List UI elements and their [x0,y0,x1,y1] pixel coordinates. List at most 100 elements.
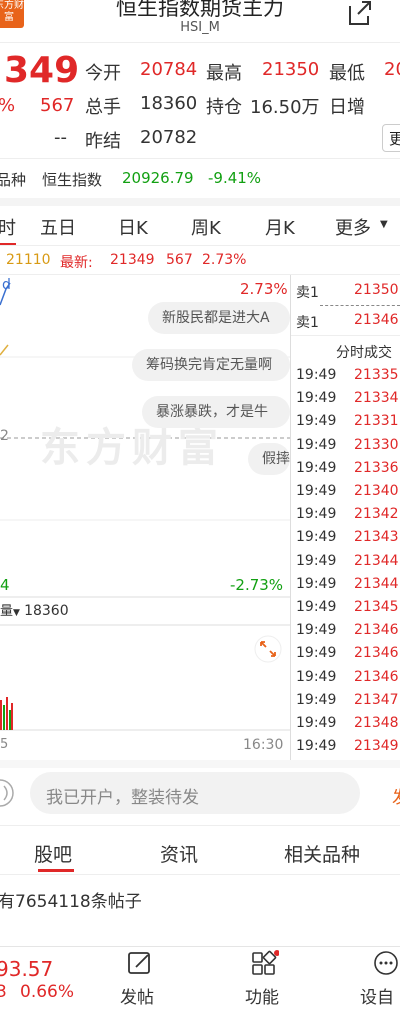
nav-price: 93.57 [0,957,54,981]
trade-price: 21340 [354,483,399,499]
tab-related[interactable]: 相关品种 [284,840,360,867]
send-button[interactable]: 发 [392,783,400,808]
volume-bar [11,703,13,730]
tab-intraday[interactable]: 时 [0,214,16,240]
trade-row: 19:49 21336 [296,459,399,476]
volume-label: 量 [0,604,14,619]
latest-percent: 2.73% [202,252,247,268]
ask-row: 卖1 21350 [296,282,399,302]
trade-time: 19:49 [296,459,337,476]
trade-row: 19:49 21343 [296,529,399,546]
orderbook-separator [291,335,400,336]
related-label: 品种 [0,171,27,189]
trade-row: 19:49 21334 [296,390,399,406]
trade-time: 19:49 [296,691,337,708]
ask-row: 卖1 21346 [296,312,399,332]
chart-left-mid: 2 [0,428,9,444]
time-start: 5 [0,737,9,752]
ask-label: 卖1 [296,315,319,331]
ask-price: 21346 [354,312,399,328]
trade-price: 21349 [354,738,399,755]
more-quote-label: 更 [389,130,400,148]
page-title: 恒生指数期货主力 [116,0,284,20]
danmaku-bubble[interactable]: 暴涨暴跌，才是牛 [142,396,290,428]
input-divider [0,825,400,826]
fullscreen-icon[interactable] [254,635,282,663]
danmaku-bubble[interactable]: 新股民都是进大A [148,302,290,334]
trade-row: 19:49 21342 [296,506,399,522]
field-daily-inc-label: 日增 [329,97,365,118]
trade-time: 19:49 [296,436,337,453]
latest-label: 最新: [60,255,93,271]
tab-five-day[interactable]: 五日 [40,214,76,240]
field-low-value: 20 [384,59,400,80]
trade-price: 21336 [354,459,399,476]
comment-input[interactable]: 我已开户，整装待发 [30,772,360,814]
nav-post[interactable]: 发帖 [120,983,154,1008]
chart-grid [0,282,290,731]
section-gap [0,198,400,206]
volume-bar [3,705,5,730]
field-open-value: 20784 [140,59,198,80]
speaker-icon[interactable] [0,776,16,810]
trade-price: 21346 [354,622,399,639]
trade-row: 19:49 21331 [296,413,399,429]
tab-guba[interactable]: 股吧 [34,840,72,867]
volume-bar [6,697,8,730]
field-high-label: 最高 [206,63,242,84]
ask-label: 卖1 [296,285,319,301]
trade-time: 19:49 [296,529,337,546]
functions-icon[interactable] [251,950,279,976]
dash-value: -- [54,127,67,148]
trade-row: 19:49 21347 [296,691,399,708]
trade-time: 19:49 [296,367,337,383]
volume-bars [0,697,13,730]
trade-row: 19:49 21344 [296,576,399,592]
trade-price: 21347 [354,691,399,708]
chevron-down-icon[interactable]: ▼ [380,219,388,230]
field-oi-label: 持仓 [206,97,242,118]
trade-price: 21330 [354,436,399,453]
volume-value: 18360 [24,603,69,619]
trade-row: 19:49 21345 [296,599,399,615]
more-quote-button[interactable]: 更 [382,124,400,152]
chart-top-percent: 2.73% [240,280,288,298]
tab-news[interactable]: 资讯 [160,840,198,867]
chevron-down-icon: ▼ [13,608,20,618]
danmaku-bubble[interactable]: 假摔 [248,443,290,475]
trade-row: 19:49 21348 [296,715,399,731]
latest-change: 567 [166,252,193,268]
avg-price: 21110 [6,252,51,268]
trade-row: 19:49 21346 [296,668,399,685]
related-name[interactable]: 恒生指数 [42,169,102,190]
more-options-icon[interactable] [373,950,399,976]
change-percent: % [0,95,15,116]
avg-line [0,344,9,356]
trade-time: 19:49 [296,668,337,685]
volume-bar [0,700,2,730]
chart-left-top: d [2,277,11,293]
danmaku-bubble[interactable]: 筹码换完肯定无量啊 [132,349,290,381]
volume-selector[interactable]: 量▼ 18360 [0,600,69,619]
orderbook-divider [290,275,291,760]
tabs-divider [0,245,400,246]
chart-bottom-percent: -2.73% [230,576,284,594]
tab-daily-k[interactable]: 日K [118,214,148,240]
trade-price: 21335 [354,367,399,383]
trade-price: 21344 [354,575,399,592]
intraday-chart[interactable]: 东方财富 d 2.73% 2 4 -2.73% 量▼ 18360 5 16:30 [0,275,290,760]
nav-settings[interactable]: 设自 [360,983,394,1008]
tab-monthly-k[interactable]: 月K [265,214,295,240]
quote-divider [0,158,400,159]
time-end: 16:30 [243,737,284,753]
tab-weekly-k[interactable]: 周K [191,214,221,240]
field-volume-label: 总手 [85,97,121,118]
trade-row: 19:49 21335 [296,367,399,383]
share-icon[interactable] [346,0,374,26]
trade-row: 19:49 21340 [296,483,399,499]
nav-functions[interactable]: 功能 [245,983,279,1008]
edit-post-icon[interactable] [127,950,153,976]
tab-more[interactable]: 更多 [335,214,371,240]
trade-time: 19:49 [296,483,337,499]
last-price: 349 [4,50,80,91]
